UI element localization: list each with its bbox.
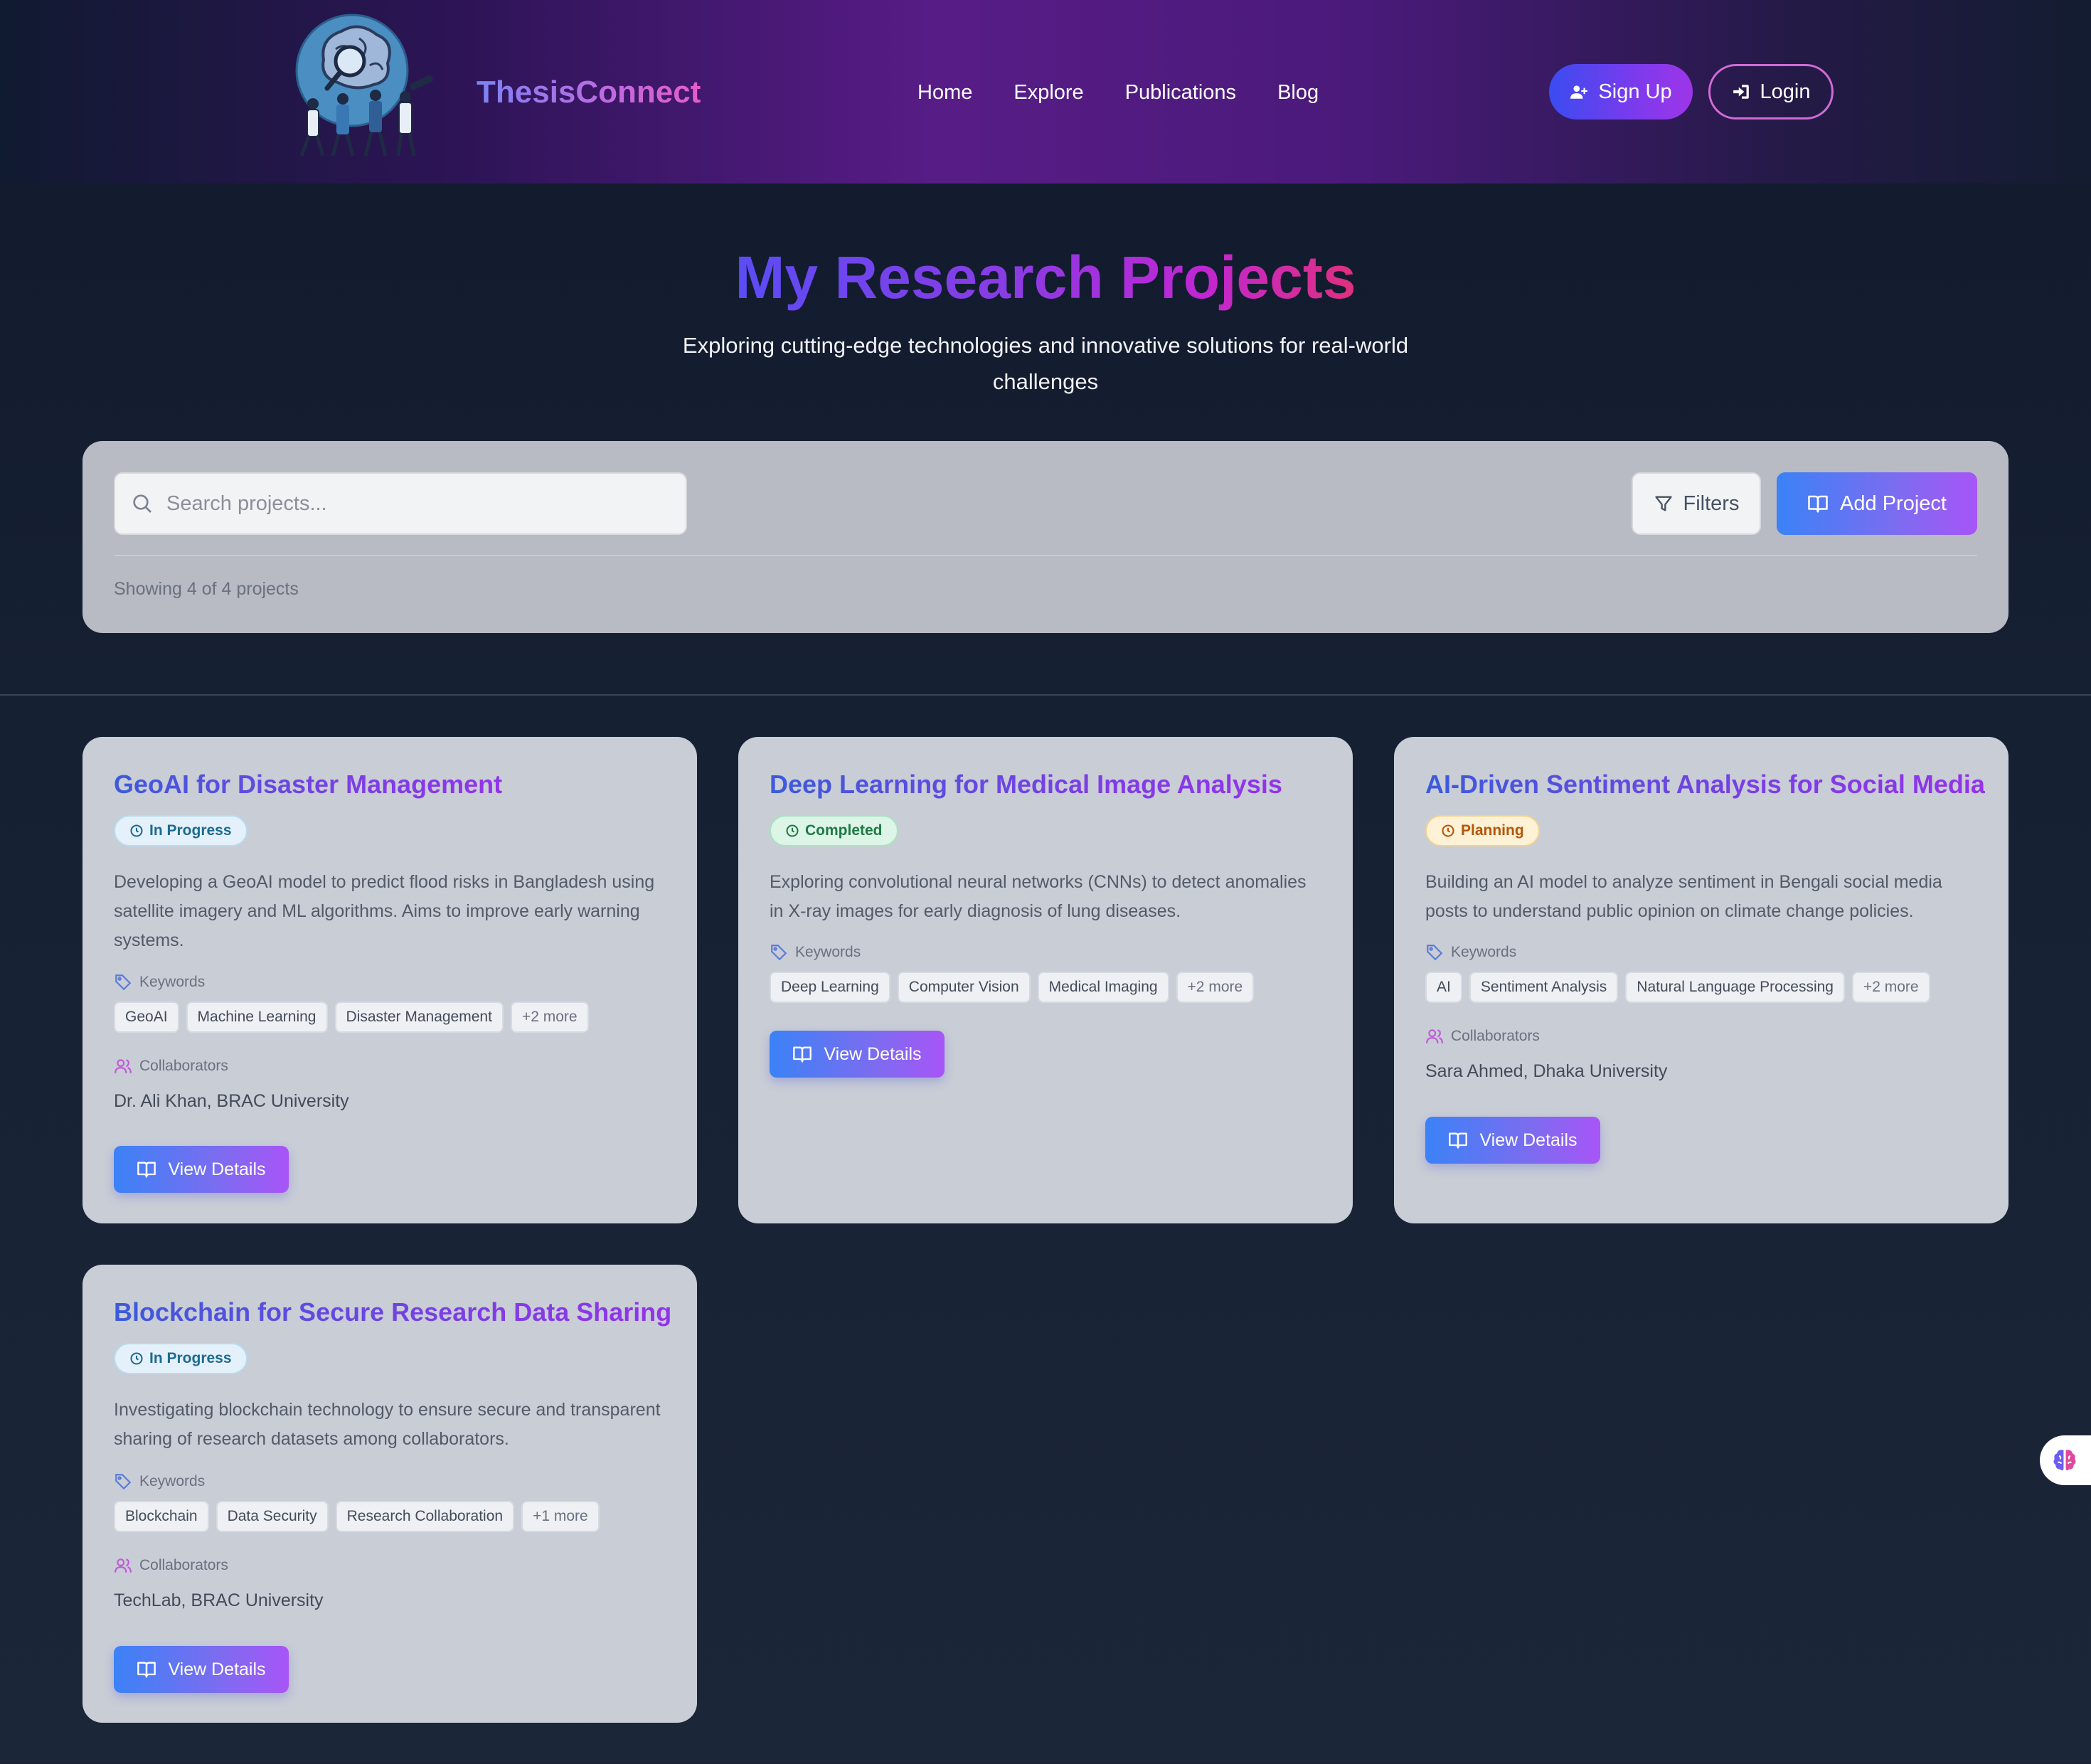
clock-icon	[130, 1352, 143, 1365]
book-open-icon	[137, 1162, 156, 1178]
clock-icon	[1442, 824, 1454, 837]
results-count: Showing 4 of 4 projects	[114, 579, 299, 599]
collaborators-label: Collaborators	[114, 1056, 228, 1077]
login-button[interactable]: Login	[1708, 64, 1834, 119]
project-title[interactable]: GeoAI for Disaster Management	[114, 767, 502, 802]
project-toolbar: Filters Add Project Showing 4 of 4 proje…	[83, 441, 2008, 633]
status-badge: In Progress	[114, 1343, 248, 1374]
tag-icon	[115, 974, 132, 991]
keyword-tag[interactable]: Data Security	[216, 1501, 329, 1532]
signup-button[interactable]: Sign Up	[1549, 64, 1693, 119]
nav-blog[interactable]: Blog	[1277, 77, 1319, 108]
filters-label: Filters	[1683, 492, 1740, 515]
keyword-tag[interactable]: Blockchain	[114, 1501, 209, 1532]
nav-explore[interactable]: Explore	[1013, 77, 1083, 108]
login-icon	[1733, 85, 1749, 99]
keyword-tag[interactable]: Disaster Management	[334, 1001, 504, 1033]
more-keywords-tag[interactable]: +2 more	[510, 1001, 589, 1033]
clock-icon	[786, 824, 799, 837]
project-title[interactable]: Blockchain for Secure Research Data Shar…	[114, 1295, 671, 1330]
project-description: Building an AI model to analyze sentimen…	[1425, 872, 1942, 921]
nav-publications[interactable]: Publications	[1125, 77, 1236, 108]
book-open-icon	[793, 1046, 812, 1063]
site-header: ThesisConnect Home Explore Publications …	[0, 0, 2091, 184]
keyword-tag[interactable]: Computer Vision	[897, 972, 1031, 1003]
collaborators-text: Dr. Ali Khan, BRAC University	[114, 1091, 349, 1111]
view-details-button[interactable]: View Details	[770, 1031, 945, 1078]
keyword-tag[interactable]: Machine Learning	[186, 1001, 328, 1033]
keywords-label: Keywords	[114, 1471, 205, 1492]
status-badge: Completed	[770, 815, 898, 846]
collaborators-label: Collaborators	[1425, 1026, 1540, 1047]
nav-home[interactable]: Home	[917, 77, 972, 108]
tag-icon	[1427, 945, 1443, 961]
users-icon	[1426, 1029, 1443, 1043]
keyword-tag[interactable]: Research Collaboration	[335, 1501, 515, 1532]
divider	[0, 694, 2091, 696]
book-open-icon	[137, 1662, 156, 1678]
add-project-button[interactable]: Add Project	[1777, 472, 1977, 535]
project-card: Deep Learning for Medical Image Analysis…	[738, 737, 1353, 1223]
users-icon	[115, 1059, 132, 1073]
filter-icon	[1654, 496, 1672, 511]
collaborators-label: Collaborators	[114, 1555, 228, 1576]
keyword-list: AI Sentiment Analysis Natural Language P…	[1425, 972, 1930, 1003]
page-title: My Research Projects	[735, 244, 1356, 311]
filters-button[interactable]: Filters	[1632, 472, 1761, 535]
main-nav: Home Explore Publications Blog	[917, 77, 1319, 108]
project-title[interactable]: Deep Learning for Medical Image Analysis	[770, 767, 1282, 802]
signup-label: Sign Up	[1598, 80, 1672, 103]
status-badge: In Progress	[114, 815, 248, 846]
brain-icon	[2053, 1450, 2076, 1471]
keyword-tag[interactable]: Natural Language Processing	[1625, 972, 1845, 1003]
login-label: Login	[1760, 80, 1811, 103]
keyword-tag[interactable]: GeoAI	[114, 1001, 179, 1033]
book-open-icon	[1808, 495, 1828, 513]
assistant-button[interactable]	[2040, 1435, 2091, 1485]
view-details-button[interactable]: View Details	[114, 1146, 289, 1193]
keyword-tag[interactable]: Sentiment Analysis	[1469, 972, 1619, 1003]
keywords-label: Keywords	[114, 972, 205, 993]
project-card: AI-Driven Sentiment Analysis for Social …	[1394, 737, 2008, 1223]
project-description: Investigating blockchain technology to e…	[114, 1400, 661, 1449]
project-card: Blockchain for Secure Research Data Shar…	[83, 1265, 697, 1723]
keyword-tag[interactable]: Deep Learning	[770, 972, 890, 1003]
project-card: GeoAI for Disaster Management In Progres…	[83, 737, 697, 1223]
project-description: Developing a GeoAI model to predict floo…	[114, 872, 655, 950]
keywords-label: Keywords	[1425, 942, 1516, 963]
search-box[interactable]	[114, 472, 687, 535]
user-plus-icon	[1570, 85, 1588, 99]
view-details-button[interactable]: View Details	[114, 1646, 289, 1693]
tag-icon	[115, 1474, 132, 1490]
search-input[interactable]	[166, 492, 664, 516]
users-icon	[115, 1558, 132, 1573]
keyword-tag[interactable]: Medical Imaging	[1037, 972, 1169, 1003]
collaborators-text: Sara Ahmed, Dhaka University	[1425, 1061, 1668, 1081]
status-badge: Planning	[1425, 815, 1540, 846]
page-subtitle: Exploring cutting-edge technologies and …	[682, 333, 1409, 394]
logo[interactable]	[292, 10, 437, 163]
keyword-list: Blockchain Data Security Research Collab…	[114, 1501, 600, 1532]
more-keywords-tag[interactable]: +2 more	[1851, 972, 1930, 1003]
view-details-button[interactable]: View Details	[1425, 1117, 1600, 1164]
brand-name[interactable]: ThesisConnect	[477, 71, 701, 114]
keyword-list: Deep Learning Computer Vision Medical Im…	[770, 972, 1255, 1003]
divider	[114, 555, 1977, 556]
book-open-icon	[1449, 1132, 1468, 1149]
keyword-list: GeoAI Machine Learning Disaster Manageme…	[114, 1001, 589, 1033]
more-keywords-tag[interactable]: +1 more	[521, 1501, 600, 1532]
keywords-label: Keywords	[770, 942, 861, 963]
clock-icon	[130, 824, 143, 837]
keyword-tag[interactable]: AI	[1425, 972, 1462, 1003]
project-description: Exploring convolutional neural networks …	[770, 872, 1307, 921]
more-keywords-tag[interactable]: +2 more	[1176, 972, 1255, 1003]
project-title[interactable]: AI-Driven Sentiment Analysis for Social …	[1425, 767, 1985, 802]
add-project-label: Add Project	[1840, 492, 1947, 515]
tag-icon	[771, 945, 787, 961]
collaborators-text: TechLab, BRAC University	[114, 1590, 324, 1610]
search-icon	[133, 494, 151, 513]
